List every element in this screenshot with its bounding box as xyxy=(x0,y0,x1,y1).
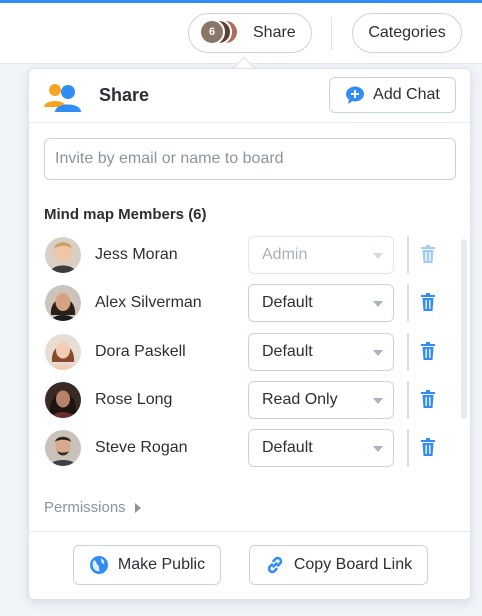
chevron-down-icon xyxy=(373,398,383,404)
top-toolbar: 6 Share Categories xyxy=(0,0,482,64)
trash-icon[interactable] xyxy=(420,390,436,408)
role-value: Default xyxy=(262,294,313,311)
member-row: Steve Rogan Default xyxy=(29,427,470,471)
role-select[interactable]: Default xyxy=(248,284,394,322)
copy-board-link-label: Copy Board Link xyxy=(293,556,413,573)
role-value: Default xyxy=(262,343,313,360)
add-chat-label: Add Chat xyxy=(373,86,440,103)
member-name: Steve Rogan xyxy=(95,439,188,456)
people-icon xyxy=(44,84,81,112)
role-select: Admin xyxy=(248,236,394,274)
role-select[interactable]: Default xyxy=(248,429,394,467)
role-value: Default xyxy=(262,439,313,456)
avatar xyxy=(45,285,81,321)
trash-icon[interactable] xyxy=(420,342,436,360)
avatar xyxy=(45,430,81,466)
trash-icon[interactable] xyxy=(420,438,436,456)
share-button[interactable]: 6 Share xyxy=(188,13,312,53)
role-select[interactable]: Read Only xyxy=(248,381,394,419)
share-button-label: Share xyxy=(253,24,296,41)
avatar xyxy=(45,382,81,418)
row-divider xyxy=(407,284,409,322)
categories-button-label: Categories xyxy=(368,24,446,41)
member-row: Dora Paskell Default xyxy=(29,331,470,375)
role-select[interactable]: Default xyxy=(248,333,394,371)
row-divider xyxy=(407,381,409,419)
chevron-right-icon xyxy=(134,502,141,513)
member-name: Rose Long xyxy=(95,391,173,408)
chat-bubble-icon xyxy=(346,86,365,104)
make-public-button[interactable]: Make Public xyxy=(73,545,221,585)
member-list-scrollbar[interactable] xyxy=(461,239,467,419)
shared-users-avatars: 6 xyxy=(199,19,239,47)
row-divider xyxy=(407,429,409,467)
permissions-toggle[interactable]: Permissions xyxy=(44,499,141,516)
trash-icon[interactable] xyxy=(420,293,436,311)
members-heading: Mind map Members (6) xyxy=(44,206,207,223)
chevron-down-icon xyxy=(373,350,383,356)
member-name: Dora Paskell xyxy=(95,343,186,360)
member-row: Alex Silverman Default xyxy=(29,282,470,326)
role-value: Admin xyxy=(262,246,308,263)
share-panel-header: Share Add Chat xyxy=(29,69,470,123)
share-panel: Share Add Chat Mind map Members (6) Jess… xyxy=(28,68,471,600)
trash-icon[interactable] xyxy=(420,245,436,263)
make-public-label: Make Public xyxy=(117,556,206,573)
invite-input[interactable] xyxy=(44,138,456,180)
copy-board-link-button[interactable]: Copy Board Link xyxy=(249,545,428,585)
avatar xyxy=(45,237,81,273)
permissions-label: Permissions xyxy=(44,499,126,516)
link-icon xyxy=(267,556,283,574)
footer-divider xyxy=(29,531,470,532)
chevron-down-icon xyxy=(373,253,383,259)
member-name: Jess Moran xyxy=(95,246,178,263)
avatar xyxy=(45,334,81,370)
avatar-count: 6 xyxy=(199,19,225,45)
member-name: Alex Silverman xyxy=(95,294,202,311)
categories-button[interactable]: Categories xyxy=(352,13,462,53)
chevron-down-icon xyxy=(373,446,383,452)
role-value: Read Only xyxy=(262,391,338,408)
add-chat-button[interactable]: Add Chat xyxy=(329,77,456,113)
globe-icon xyxy=(89,556,108,574)
member-list: Jess Moran Admin Alex Silverman Default … xyxy=(29,234,470,484)
row-divider xyxy=(407,333,409,371)
toolbar-divider xyxy=(331,17,332,51)
share-panel-title: Share xyxy=(99,85,150,105)
row-divider xyxy=(407,236,409,274)
member-row: Rose Long Read Only xyxy=(29,379,470,423)
chevron-down-icon xyxy=(373,301,383,307)
member-row: Jess Moran Admin xyxy=(29,234,470,278)
